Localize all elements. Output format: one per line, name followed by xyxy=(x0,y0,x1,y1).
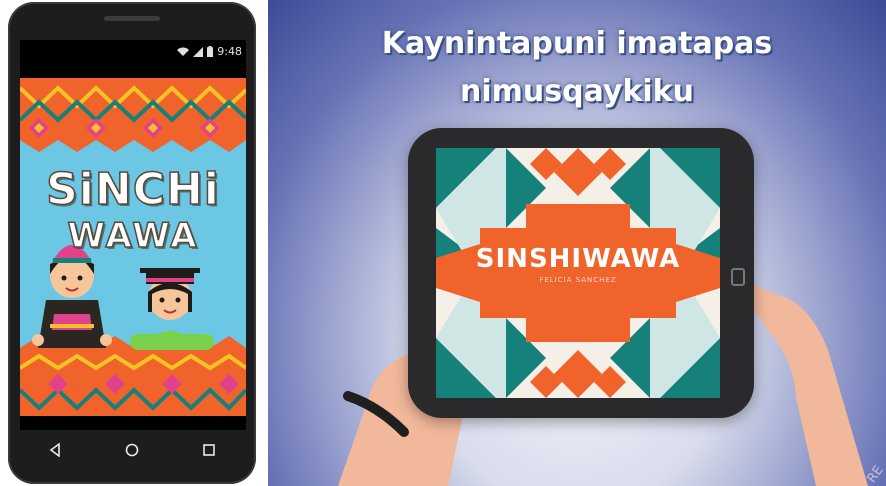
book-title: SINSHIWAWA xyxy=(475,244,681,274)
app-title-line2: WAWA xyxy=(67,215,199,257)
app-title-line1: SiNCHi xyxy=(45,163,220,216)
phone-frame: 9:48 SiNCHi WAWA xyxy=(8,2,256,484)
recents-button[interactable] xyxy=(197,438,221,462)
back-button[interactable] xyxy=(43,438,67,462)
android-nav-bar xyxy=(16,428,248,472)
tablet-device: SINSHIWAWA FELICIA SANCHEZ xyxy=(408,128,754,418)
phone-screen: 9:48 SiNCHi WAWA xyxy=(20,40,246,430)
battery-icon xyxy=(207,46,214,57)
home-button[interactable] xyxy=(120,438,144,462)
splash-screen[interactable]: SiNCHi WAWA xyxy=(20,78,246,416)
phone-panel: 9:48 SiNCHi WAWA xyxy=(0,0,262,486)
signal-icon xyxy=(193,46,204,57)
book-cover: SINSHIWAWA FELICIA SANCHEZ xyxy=(436,148,720,398)
wifi-icon xyxy=(177,47,190,56)
phone-speaker xyxy=(104,16,160,21)
promo-video-frame: Kaynintapuni imatapas nimusqaykiku SINSH… xyxy=(268,0,886,486)
tablet-home-button xyxy=(731,268,745,286)
status-time: 9:48 xyxy=(217,45,242,58)
recents-icon xyxy=(203,444,216,456)
back-icon xyxy=(49,443,60,457)
status-bar: 9:48 xyxy=(20,40,246,64)
book-author: FELICIA SANCHEZ xyxy=(539,276,617,284)
home-icon xyxy=(125,443,139,457)
